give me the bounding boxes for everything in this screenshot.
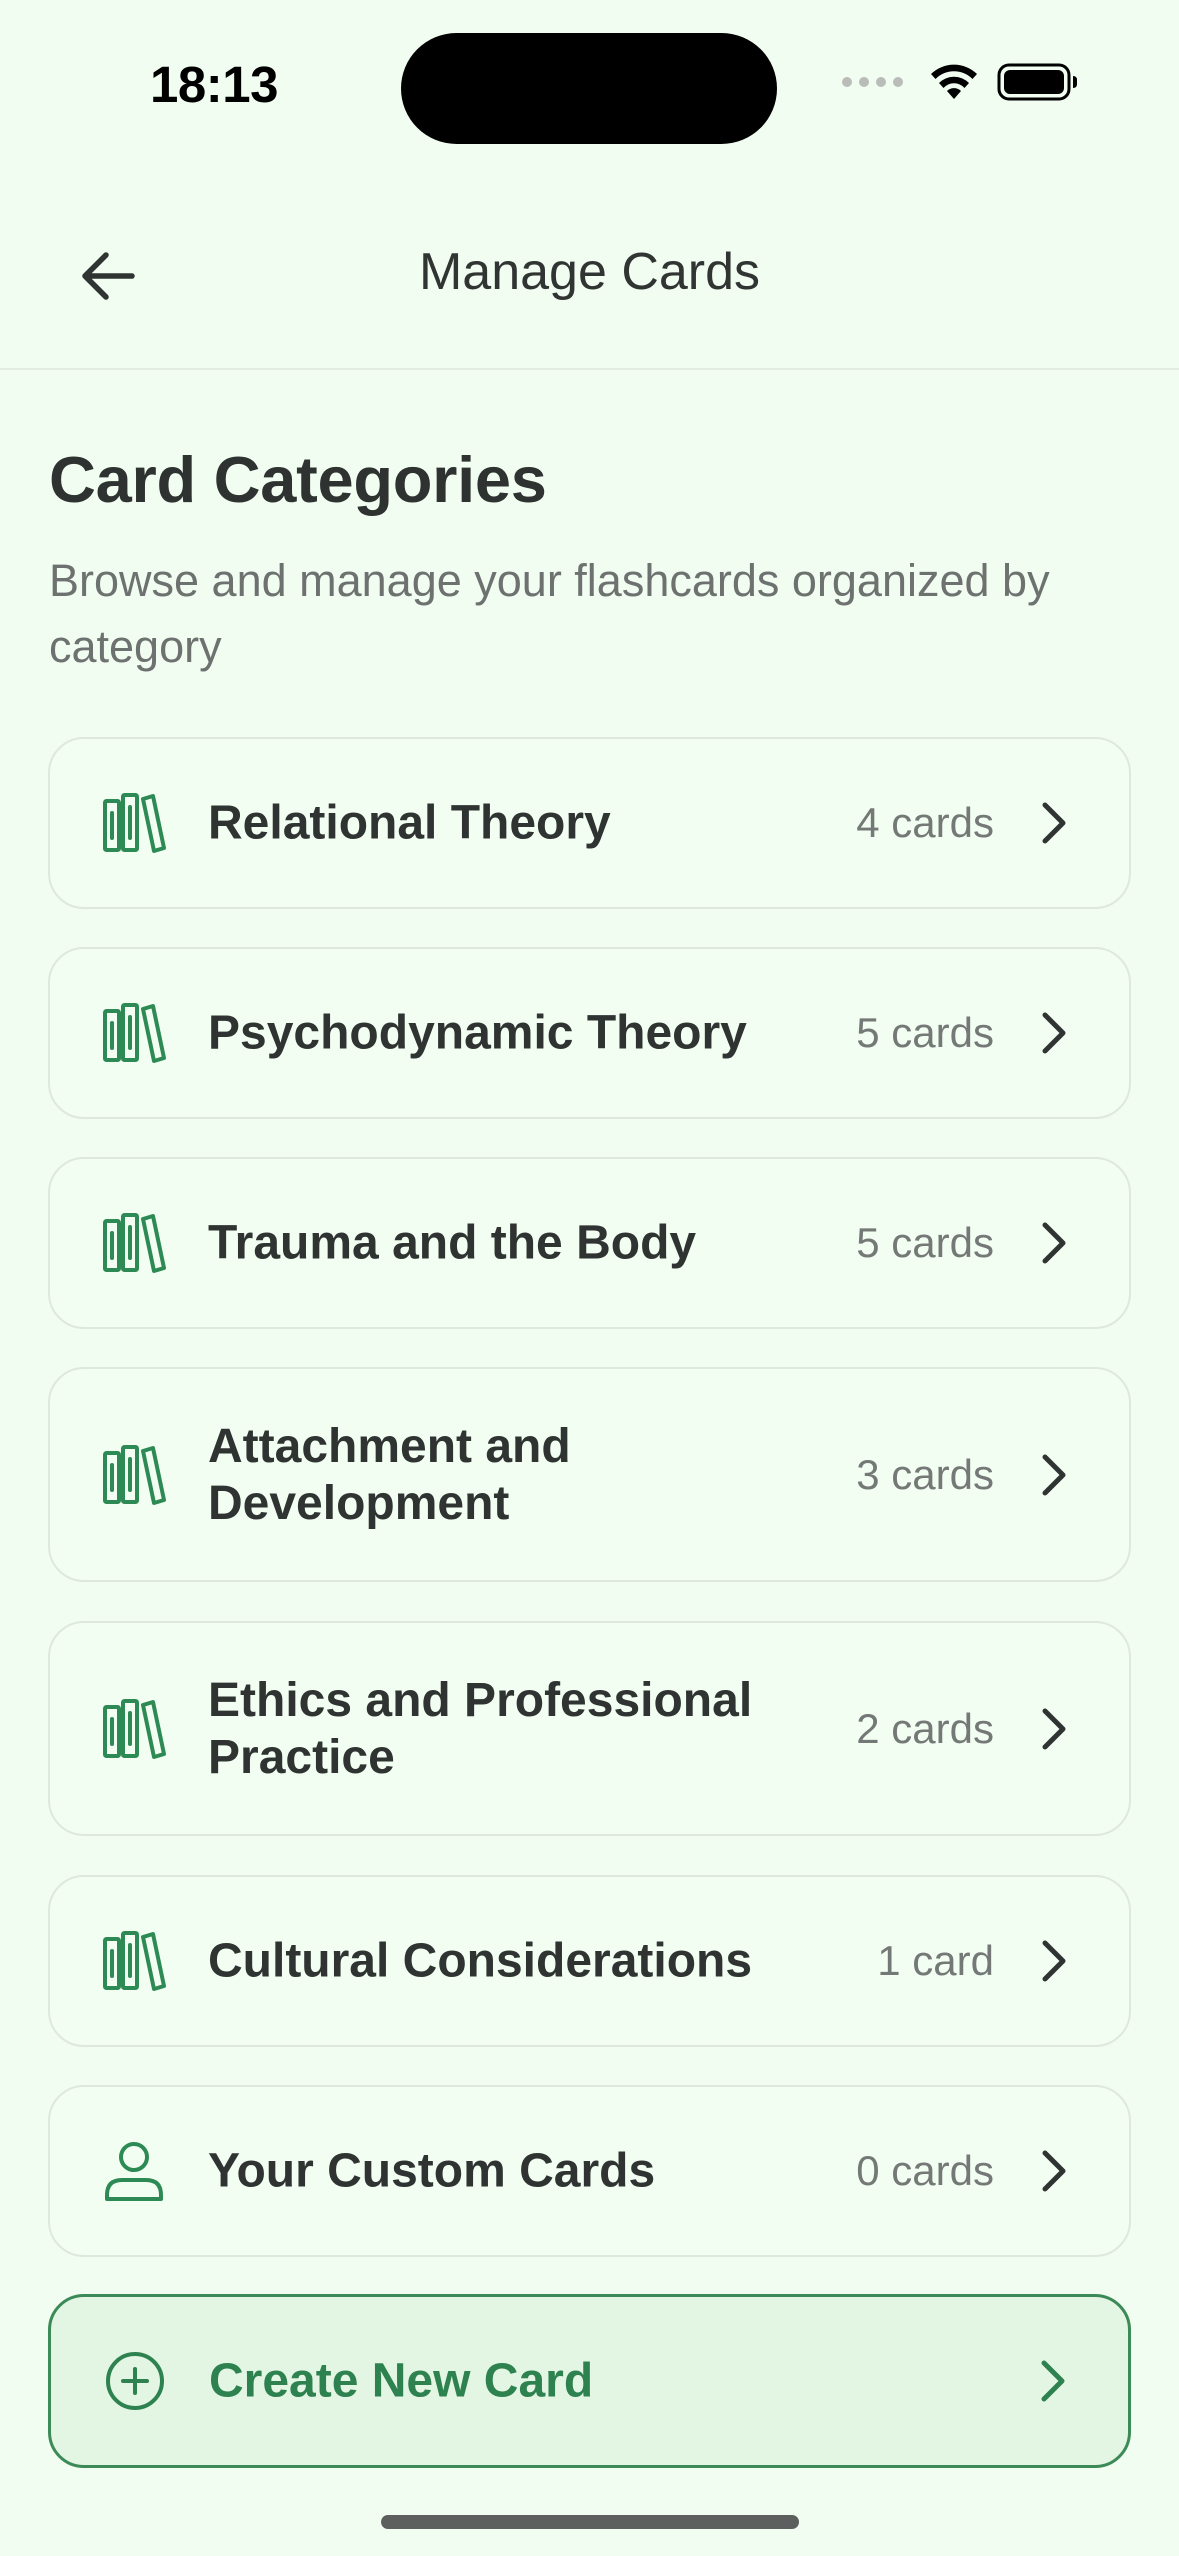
user-icon: [105, 2142, 163, 2201]
category-name: Your Custom Cards: [208, 2144, 656, 2198]
category-name: Trauma and the Body: [208, 1216, 697, 1270]
home-indicator: [381, 2515, 799, 2529]
category-your-custom-cards[interactable]: Your Custom Cards 0 cards: [48, 2085, 1131, 2257]
plus-circle-icon: [106, 2352, 164, 2410]
nav-title: Manage Cards: [418, 243, 761, 301]
category-trauma-and-the-body[interactable]: Trauma and the Body 5 cards: [48, 1157, 1131, 1329]
category-count: 5 cards: [856, 1009, 994, 1056]
category-ethics-and-professional-practice[interactable]: Ethics and Professional Practice 2 cards: [48, 1621, 1131, 1836]
category-name: Relational Theory: [208, 796, 611, 850]
category-name: Ethics and Professional Practice: [208, 1673, 753, 1784]
create-new-card-button[interactable]: Create New Card: [48, 2294, 1131, 2468]
chevron-right-icon: [1041, 2360, 1065, 2402]
books-icon: [103, 793, 166, 853]
category-count: 5 cards: [856, 1219, 994, 1266]
nav-bar: Manage Cards: [0, 180, 1179, 370]
status-icons: [842, 62, 1079, 102]
chevron-right-icon: [1042, 1222, 1066, 1264]
books-icon: [103, 1003, 166, 1063]
chevron-right-icon: [1042, 1940, 1066, 1982]
status-bar: 18:13: [0, 0, 1179, 180]
chevron-right-icon: [1042, 2150, 1066, 2192]
chevron-right-icon: [1042, 802, 1066, 844]
category-name: Psychodynamic Theory: [208, 1006, 747, 1060]
status-time: 18:13: [150, 56, 278, 113]
category-count: 3 cards: [856, 1450, 994, 1498]
page-subtitle: Browse and manage your flashcards organi…: [49, 555, 1050, 672]
page-title: Card Categories: [49, 443, 547, 516]
category-cultural-considerations[interactable]: Cultural Considerations 1 card: [48, 1875, 1131, 2047]
category-count: 4 cards: [856, 799, 994, 846]
category-count: 1 card: [877, 1937, 994, 1984]
category-count: 0 cards: [856, 2147, 994, 2194]
books-icon: [103, 1213, 166, 1273]
category-psychodynamic-theory[interactable]: Psychodynamic Theory 5 cards: [48, 947, 1131, 1119]
category-count: 2 cards: [856, 1704, 994, 1752]
signal-dots-icon: [842, 77, 903, 87]
create-new-card-label: Create New Card: [209, 2354, 594, 2408]
dynamic-island: [401, 33, 777, 144]
category-attachment-and-development[interactable]: Attachment and Development 3 cards: [48, 1367, 1131, 1582]
books-icon: [103, 1444, 166, 1505]
category-name: Attachment and Development: [208, 1419, 571, 1530]
chevron-right-icon: [1042, 1012, 1066, 1054]
books-icon: [103, 1931, 166, 1991]
battery-icon: [997, 63, 1077, 101]
category-name: Cultural Considerations: [208, 1934, 753, 1988]
chevron-right-icon: [1042, 1708, 1066, 1749]
wifi-icon: [931, 64, 977, 99]
category-relational-theory[interactable]: Relational Theory 4 cards: [48, 737, 1131, 909]
books-icon: [103, 1698, 166, 1759]
chevron-right-icon: [1042, 1454, 1066, 1495]
